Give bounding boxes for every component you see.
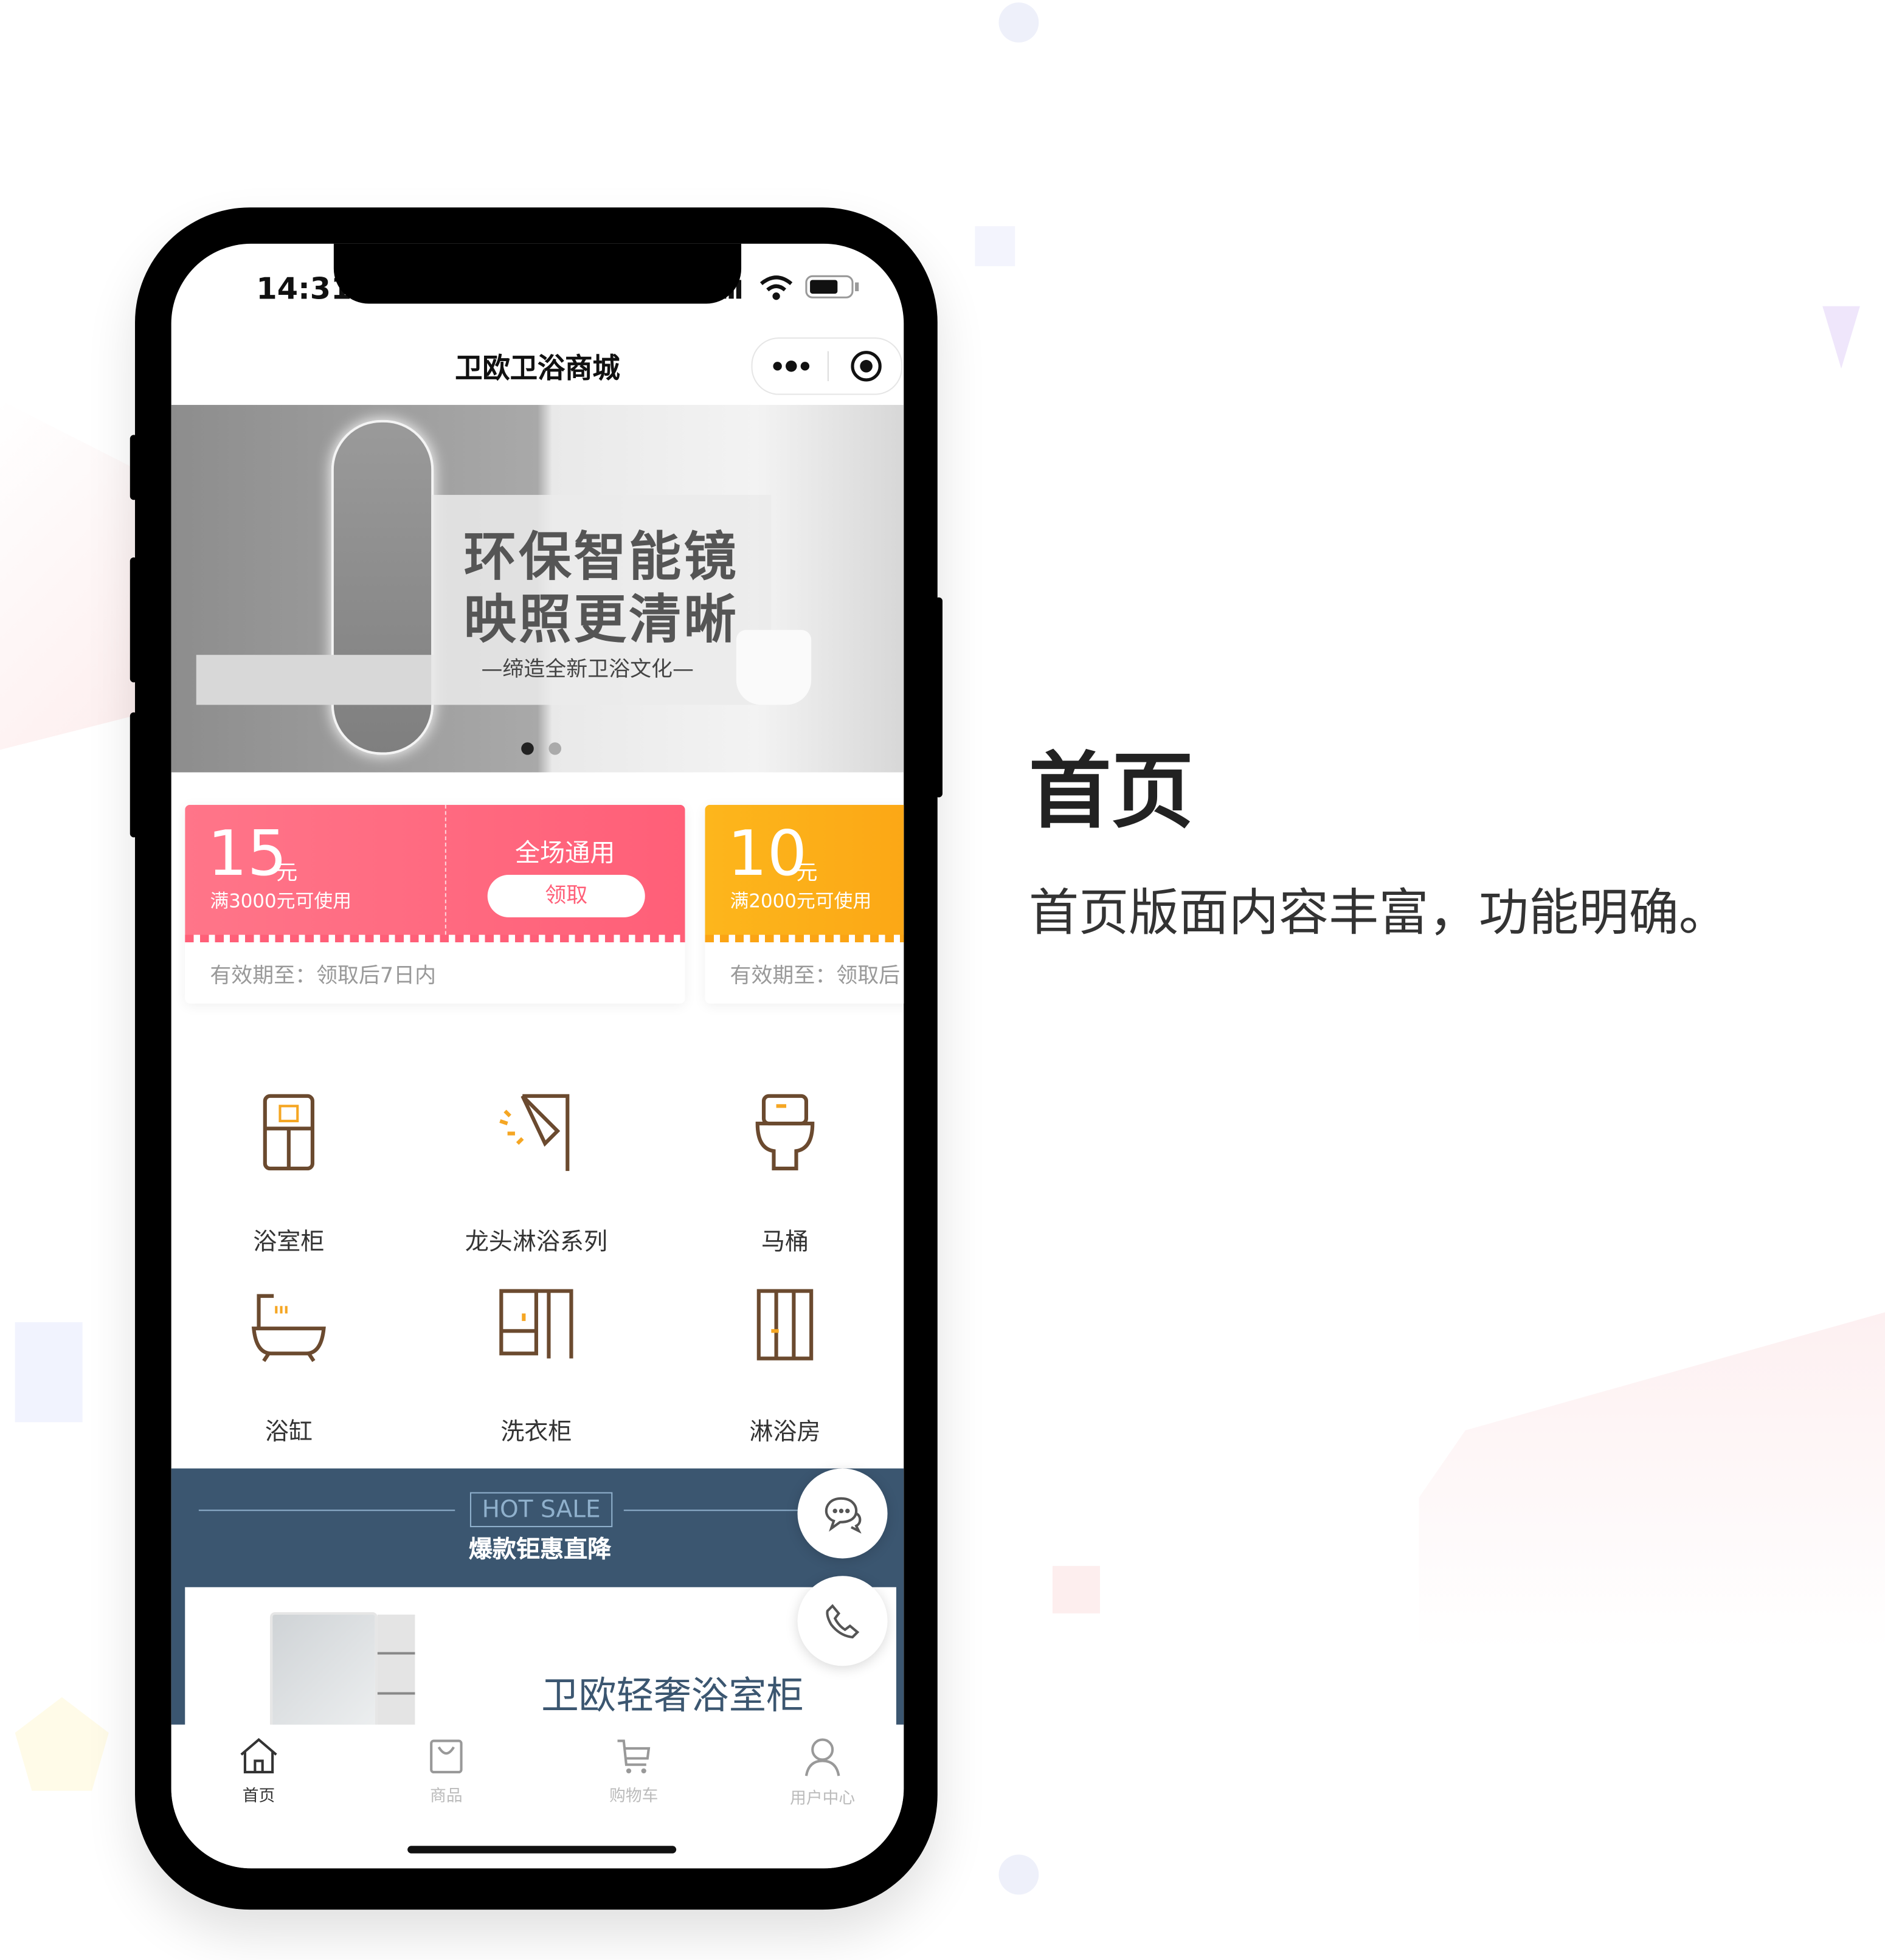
- decor-rect: [15, 1322, 83, 1423]
- product-image-shelf: [377, 1614, 415, 1737]
- product-title: 卫欧轻奢浴室柜: [541, 1674, 804, 1719]
- divider-line-left: [198, 1510, 455, 1511]
- promo-description: 首页版面内容丰富，功能明确。: [1028, 885, 1729, 942]
- decor-wedge: [0, 399, 138, 750]
- shopping-bag-icon: [430, 1739, 463, 1774]
- shower-room-icon: [756, 1289, 814, 1361]
- coupon-condition: 满3000元可使用: [210, 889, 352, 913]
- banner-carousel[interactable]: 环保智能镜 映照更清晰 —缔造全新卫浴文化—: [171, 405, 904, 773]
- category-label: 浴室柜: [253, 1228, 325, 1256]
- tab-label: 商品: [430, 1787, 463, 1806]
- notch: [333, 243, 742, 304]
- bathroom-cabinet-icon: [263, 1094, 315, 1171]
- coupon-card: 10 元 满2000元可使用 有效期至：领取后: [705, 804, 904, 1004]
- category-label: 马桶: [761, 1228, 809, 1256]
- coupon-top: 10 元 满2000元可使用: [705, 804, 904, 942]
- coupon-amount: 10: [727, 817, 808, 890]
- category-shower-room[interactable]: 淋浴房: [660, 1288, 904, 1447]
- coupon-serration: [705, 934, 904, 942]
- hot-sale-subtitle: 爆款钜惠直降: [468, 1536, 612, 1564]
- decor-square: [975, 226, 1015, 266]
- shower-head-icon: [499, 1094, 570, 1172]
- coupon-scope: 全场通用: [514, 837, 615, 868]
- cart-icon: [617, 1739, 651, 1774]
- bathtub-icon: [251, 1294, 326, 1362]
- phone-call-button[interactable]: [797, 1576, 888, 1666]
- decor-triangle: [1822, 306, 1860, 369]
- toilet-icon: [755, 1094, 815, 1171]
- banner-headline-2: 映照更清晰: [463, 588, 739, 650]
- tab-label: 首页: [242, 1787, 275, 1806]
- category-label: 淋浴房: [749, 1418, 821, 1446]
- tab-label: 用户中心: [790, 1789, 856, 1809]
- coupon-unit: 元: [796, 861, 818, 886]
- wifi-icon: [759, 275, 793, 300]
- decor-circle-bottom: [998, 1854, 1039, 1895]
- hot-sale-badge: HOT SALE: [469, 1492, 613, 1528]
- hot-sale-section: HOT SALE 爆款钜惠直降 卫欧轻奢浴室柜: [171, 1468, 904, 1742]
- product-card[interactable]: 卫欧轻奢浴室柜: [185, 1587, 896, 1742]
- chat-button[interactable]: [797, 1468, 888, 1559]
- tab-cart[interactable]: 购物车: [559, 1737, 709, 1806]
- banner-toilet: [736, 630, 812, 705]
- coupon-unit: 元: [276, 861, 298, 886]
- coupon-validity: 有效期至：领取后: [730, 963, 901, 989]
- phone-screen: 14:31 卫欧卫浴商城 环保智能镜 映照更清晰 —缔造全新卫浴文化— 15 元…: [171, 243, 904, 1869]
- coupon-condition: 满2000元可使用: [730, 889, 872, 913]
- category-toilet[interactable]: 马桶: [660, 1094, 904, 1257]
- category-shower[interactable]: 龙头淋浴系列: [411, 1094, 661, 1257]
- carousel-dot-active[interactable]: [521, 742, 534, 755]
- decor-band: [1419, 1312, 1885, 1650]
- banner-tagline: —缔造全新卫浴文化—: [481, 657, 694, 683]
- battery-icon: [805, 275, 859, 298]
- laundry-cabinet-icon: [499, 1289, 573, 1359]
- stage: 首页 首页版面内容丰富，功能明确。 14:31 卫欧卫浴商城 环保智能镜 映照更…: [0, 0, 1885, 1959]
- banner-vanity: [196, 655, 434, 705]
- coupon-top: 15 元 满3000元可使用 全场通用 领取: [185, 804, 685, 942]
- coupon-serration: [185, 934, 685, 942]
- tab-home[interactable]: 首页: [184, 1737, 334, 1806]
- mini-program-capsule: [751, 337, 903, 395]
- category-bathroom-cabinet[interactable]: 浴室柜: [171, 1094, 414, 1257]
- tab-label: 购物车: [609, 1787, 659, 1806]
- more-dots-icon[interactable]: [772, 356, 810, 376]
- decor-circle: [998, 2, 1039, 43]
- phone-icon: [826, 1604, 860, 1639]
- chat-bubble-icon: [825, 1497, 862, 1534]
- tab-products[interactable]: 商品: [372, 1737, 522, 1806]
- category-label: 龙头淋浴系列: [465, 1228, 608, 1256]
- decor-pentagon: [15, 1697, 109, 1791]
- coupon-amount: 15: [207, 817, 288, 890]
- coupon-divider: [444, 804, 446, 935]
- home-icon: [240, 1737, 277, 1774]
- target-circle-icon[interactable]: [850, 350, 882, 382]
- coupon-card: 15 元 满3000元可使用 全场通用 领取 有效期至：领取后7日内: [185, 804, 685, 1004]
- coupon-claim-button[interactable]: 领取: [487, 874, 645, 917]
- decor-square-pink: [1052, 1565, 1101, 1613]
- product-image: [270, 1612, 378, 1742]
- user-icon: [804, 1738, 840, 1776]
- carousel-dot[interactable]: [548, 742, 562, 755]
- home-indicator: [407, 1846, 677, 1854]
- coupon-validity: 有效期至：领取后7日内: [210, 963, 437, 989]
- category-laundry-cabinet[interactable]: 洗衣柜: [411, 1288, 661, 1447]
- promo-heading: 首页: [1028, 744, 1194, 840]
- category-label: 洗衣柜: [500, 1418, 572, 1446]
- capsule-divider: [827, 351, 829, 381]
- category-label: 浴缸: [265, 1418, 313, 1446]
- category-bathtub[interactable]: 浴缸: [171, 1288, 414, 1447]
- tab-user-center[interactable]: 用户中心: [747, 1737, 898, 1809]
- divider-line-right: [623, 1510, 799, 1511]
